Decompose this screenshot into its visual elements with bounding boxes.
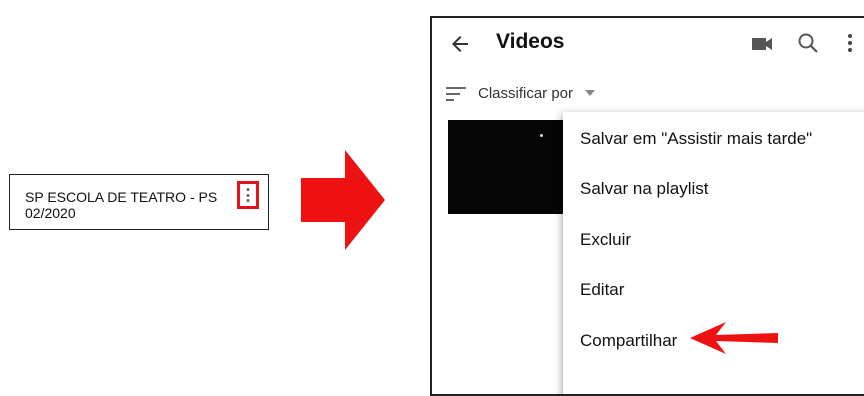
menu-item-save-playlist[interactable]: Salvar na playlist [563, 164, 864, 214]
left-arrow-icon [690, 322, 778, 354]
caret-down-icon[interactable] [584, 88, 596, 98]
search-icon[interactable] [796, 31, 820, 55]
page-title: Videos [496, 30, 565, 53]
thumbnail-light [540, 134, 543, 137]
video-card[interactable]: SP ESCOLA DE TEATRO - PS 02/2020 [9, 174, 269, 230]
sort-label[interactable]: Classificar por [478, 85, 573, 102]
video-title: SP ESCOLA DE TEATRO - PS 02/2020 [25, 189, 218, 221]
more-button-highlight[interactable] [237, 181, 259, 209]
menu-item-edit[interactable]: Editar [563, 265, 864, 315]
app-bar: Videos [432, 18, 864, 70]
arrow-back-icon[interactable] [448, 32, 472, 56]
sort-bar[interactable]: Classificar por [432, 80, 864, 110]
video-camera-icon[interactable] [750, 33, 774, 55]
sort-icon[interactable] [446, 86, 468, 102]
phone-screen: Videos Classificar por Salvar em "Assist… [430, 16, 864, 396]
video-thumbnail[interactable] [448, 120, 568, 214]
kebab-vertical-icon[interactable] [246, 188, 250, 202]
menu-item-watch-later[interactable]: Salvar em "Assistir mais tarde" [563, 114, 864, 164]
menu-item-delete[interactable]: Excluir [563, 215, 864, 265]
kebab-vertical-icon[interactable] [842, 31, 858, 55]
right-arrow-icon [301, 150, 385, 250]
